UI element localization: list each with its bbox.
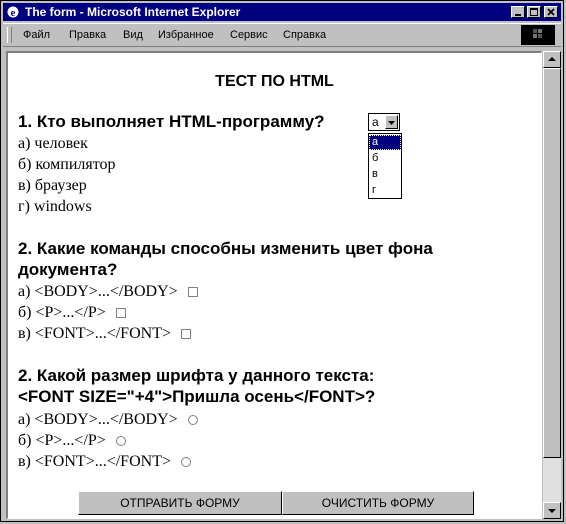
menu-view[interactable]: Вид (123, 29, 143, 41)
scroll-down-button[interactable] (543, 502, 561, 519)
q2-option-label: б) <P>...</P> (18, 304, 106, 321)
menu-favorites[interactable]: Избранное (158, 29, 214, 41)
q2-option-row: а) <BODY>...</BODY> (18, 282, 198, 302)
arrow-up-icon (548, 57, 556, 61)
dropdown-option[interactable]: б (369, 151, 401, 166)
vertical-scrollbar[interactable] (543, 51, 561, 519)
scroll-up-button[interactable] (543, 51, 561, 68)
answer-select[interactable]: а (368, 113, 400, 131)
arrow-down-icon (548, 509, 556, 513)
toolbar-grip[interactable] (7, 27, 12, 43)
windows-logo-icon (521, 25, 555, 45)
question-3-line-1: 2. Какой размер шрифта у данного текста: (18, 366, 375, 385)
chevron-down-icon (388, 121, 395, 125)
q2-option-row: б) <P>...</P> (18, 303, 126, 323)
dropdown-option[interactable]: в (369, 167, 401, 182)
dropdown-option[interactable]: г (369, 183, 401, 198)
q2-option-row: в) <FONT>...</FONT> (18, 324, 191, 344)
dropdown-option[interactable]: а (369, 135, 401, 150)
q1-option: а) человек (18, 135, 88, 152)
minimize-icon (515, 14, 521, 16)
browser-window: e The form - Microsoft Internet Explorer… (0, 0, 564, 522)
q2-option-label: в) <FONT>...</FONT> (18, 325, 171, 342)
q3-option-label: а) <BODY>...</BODY> (18, 411, 178, 428)
q3-option-row: б) <P>...</P> (18, 431, 126, 451)
q3-option-row: а) <BODY>...</BODY> (18, 410, 198, 430)
reset-form-button[interactable]: ОЧИСТИТЬ ФОРМУ (282, 491, 474, 515)
maximize-icon (530, 8, 538, 16)
question-2-line-1: 2. Какие команды способны изменить цвет … (18, 239, 433, 258)
q2-checkbox[interactable] (180, 329, 191, 340)
select-value: а (372, 115, 379, 129)
menu-help[interactable]: Справка (283, 29, 326, 41)
question-2-line-2: документа? (18, 260, 118, 279)
question-2: 2. Какие команды способны изменить цвет … (18, 238, 433, 280)
minimize-button[interactable] (511, 6, 525, 18)
question-3-line-2: <FONT SIZE="+4">Пришла осень</FONT>? (18, 387, 376, 406)
select-dropdown-list: а б в г (368, 133, 402, 199)
window-title: The form - Microsoft Internet Explorer (25, 5, 241, 19)
q1-option: б) компилятор (18, 156, 116, 173)
close-button[interactable] (544, 6, 558, 18)
scrollbar-thumb[interactable] (543, 68, 561, 458)
q3-radio[interactable] (180, 457, 191, 468)
internet-explorer-icon: e (7, 6, 19, 19)
submit-form-button[interactable]: ОТПРАВИТЬ ФОРМУ (78, 491, 282, 515)
q2-option-label: а) <BODY>...</BODY> (18, 283, 178, 300)
question-3: 2. Какой размер шрифта у данного текста:… (18, 365, 375, 407)
svg-text:e: e (11, 7, 16, 19)
maximize-button[interactable] (527, 6, 541, 18)
q1-option: в) браузер (18, 177, 87, 194)
q3-radio[interactable] (187, 415, 198, 426)
title-bar: e The form - Microsoft Internet Explorer (3, 3, 561, 21)
q3-radio[interactable] (115, 436, 126, 447)
page-heading: ТЕСТ ПО HTML (215, 73, 334, 90)
q2-checkbox[interactable] (187, 287, 198, 298)
q1-option: г) windows (18, 198, 92, 215)
menu-tools[interactable]: Сервис (230, 29, 268, 41)
page-content: ТЕСТ ПО HTML 1. Кто выполняет HTML-прогр… (6, 51, 542, 519)
q2-checkbox[interactable] (115, 308, 126, 319)
menu-file[interactable]: Файл (23, 29, 50, 41)
q3-option-row: в) <FONT>...</FONT> (18, 452, 191, 472)
q3-option-label: в) <FONT>...</FONT> (18, 453, 171, 470)
close-icon (547, 8, 555, 16)
dropdown-arrow-button[interactable] (385, 115, 398, 129)
windows-flag-icon (533, 29, 542, 38)
question-1: 1. Кто выполняет HTML-программу? (18, 112, 325, 131)
menu-edit[interactable]: Правка (69, 29, 106, 41)
q3-option-label: б) <P>...</P> (18, 432, 106, 449)
menu-bar: Файл Правка Вид Избранное Сервис Справка (3, 23, 561, 47)
